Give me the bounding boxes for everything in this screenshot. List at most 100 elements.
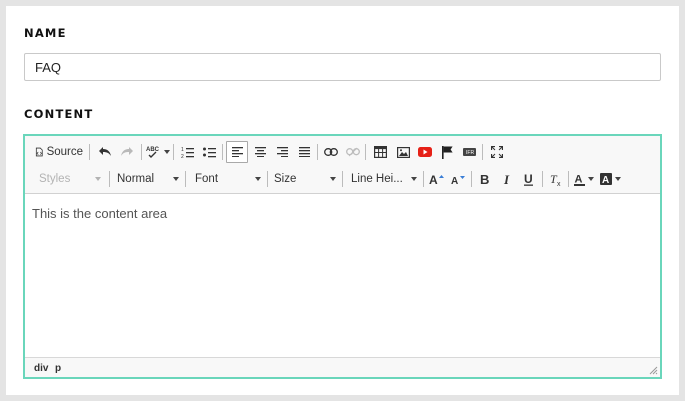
maximize-icon: [491, 146, 503, 158]
toolbar-separator: [173, 144, 174, 160]
background-color-icon: A: [599, 173, 612, 185]
redo-icon: [121, 147, 133, 156]
chevron-down-icon: [95, 177, 101, 181]
svg-text:A: A: [602, 175, 609, 185]
undo-button[interactable]: [95, 141, 115, 163]
underline-button[interactable]: U: [519, 168, 539, 190]
chevron-down-icon: [164, 150, 170, 154]
image-button[interactable]: [392, 141, 414, 163]
align-left-icon: [231, 147, 243, 157]
flag-button[interactable]: [436, 141, 458, 163]
toolbar-row-2: Styles Normal Font Size Line Hei... A A …: [25, 168, 660, 190]
justify-button[interactable]: [294, 141, 314, 163]
align-right-icon: [276, 147, 288, 157]
font-dropdown[interactable]: Font: [189, 168, 265, 190]
svg-text:IFR: IFR: [466, 150, 474, 156]
underline-icon: U: [524, 173, 533, 186]
chevron-down-icon: [588, 177, 594, 181]
table-icon: [373, 146, 387, 158]
editor-toolbar: Source ABC 1 2 IFR Styles Normal Font Si…: [25, 136, 660, 194]
toolbar-separator: [365, 144, 366, 160]
svg-text:U: U: [524, 173, 533, 186]
source-button[interactable]: Source: [35, 141, 83, 163]
bold-icon: B: [480, 173, 489, 185]
bold-button[interactable]: B: [475, 168, 495, 190]
content-paragraph[interactable]: This is the content area: [32, 206, 653, 221]
svg-text:A: A: [451, 176, 458, 185]
path-item-div[interactable]: div: [34, 363, 48, 374]
link-button[interactable]: [321, 141, 341, 163]
chevron-down-icon: [255, 177, 261, 181]
numbered-list-icon: 1 2: [181, 147, 194, 159]
svg-text:A: A: [575, 173, 583, 185]
path-item-p[interactable]: p: [55, 363, 61, 374]
toolbar-separator: [185, 171, 186, 187]
form-card: NAME CONTENT Source: [6, 6, 679, 395]
unlink-icon: [346, 147, 360, 157]
toolbar-separator: [109, 171, 110, 187]
chevron-down-icon: [330, 177, 336, 181]
italic-button[interactable]: I: [497, 168, 517, 190]
name-label: NAME: [24, 26, 67, 40]
rich-text-editor: Source ABC 1 2 IFR Styles Normal Font Si…: [23, 134, 662, 379]
spellcheck-icon: ABC: [146, 147, 160, 158]
text-color-icon: A: [574, 173, 585, 186]
toolbar-separator: [568, 171, 569, 187]
justify-icon: [298, 147, 310, 157]
numbered-list-button[interactable]: 1 2: [177, 141, 197, 163]
undo-icon: [99, 147, 111, 156]
content-label: CONTENT: [24, 107, 94, 121]
editor-statusbar: div p: [25, 357, 660, 377]
styles-dropdown[interactable]: Styles: [33, 168, 105, 190]
toolbar-separator: [89, 144, 90, 160]
table-button[interactable]: [369, 141, 391, 163]
remove-format-icon: T x: [550, 173, 561, 186]
unlink-button[interactable]: [343, 141, 363, 163]
bulleted-list-button[interactable]: [199, 141, 219, 163]
toolbar-separator: [141, 144, 142, 160]
decrease-font-button[interactable]: A: [448, 168, 470, 190]
name-input[interactable]: [24, 53, 661, 81]
svg-text:I: I: [503, 173, 510, 185]
svg-text:2: 2: [181, 154, 184, 159]
align-center-icon: [254, 147, 266, 157]
resize-grip-icon[interactable]: [649, 366, 658, 375]
format-dropdown[interactable]: Normal: [111, 168, 183, 190]
editor-content-area[interactable]: This is the content area: [25, 195, 660, 357]
youtube-button[interactable]: [414, 141, 436, 163]
youtube-icon: [418, 147, 432, 157]
remove-format-button[interactable]: T x: [546, 168, 566, 190]
svg-text:B: B: [480, 173, 489, 185]
line-height-dropdown[interactable]: Line Hei...: [345, 168, 421, 190]
svg-text:1: 1: [181, 147, 184, 153]
chevron-down-icon: [173, 177, 179, 181]
toolbar-separator: [342, 171, 343, 187]
flag-icon: [441, 145, 453, 159]
source-label: Source: [46, 146, 83, 158]
redo-button[interactable]: [117, 141, 137, 163]
toolbar-separator: [482, 144, 483, 160]
chevron-down-icon: [614, 177, 621, 181]
size-dropdown[interactable]: Size: [268, 168, 340, 190]
spellcheck-button[interactable]: ABC: [146, 141, 170, 163]
align-center-button[interactable]: [250, 141, 270, 163]
increase-font-icon: A: [429, 173, 444, 185]
align-right-button[interactable]: [272, 141, 292, 163]
iframe-icon: IFR: [462, 148, 476, 156]
bulleted-list-icon: [202, 147, 216, 157]
toolbar-row-1: Source ABC 1 2 IFR: [25, 141, 660, 163]
align-left-button[interactable]: [226, 141, 248, 163]
italic-icon: I: [503, 173, 510, 185]
iframe-button[interactable]: IFR: [458, 141, 480, 163]
svg-text:A: A: [429, 173, 438, 185]
background-color-button[interactable]: A: [597, 168, 623, 190]
decrease-font-icon: A: [451, 176, 465, 185]
text-color-button[interactable]: A: [571, 168, 597, 190]
line-height-label: Line Hei...: [351, 173, 403, 185]
size-label: Size: [274, 173, 297, 185]
maximize-button[interactable]: [486, 141, 508, 163]
styles-label: Styles: [39, 173, 71, 185]
increase-font-button[interactable]: A: [426, 168, 448, 190]
font-label: Font: [195, 173, 219, 185]
source-icon: [35, 147, 43, 157]
